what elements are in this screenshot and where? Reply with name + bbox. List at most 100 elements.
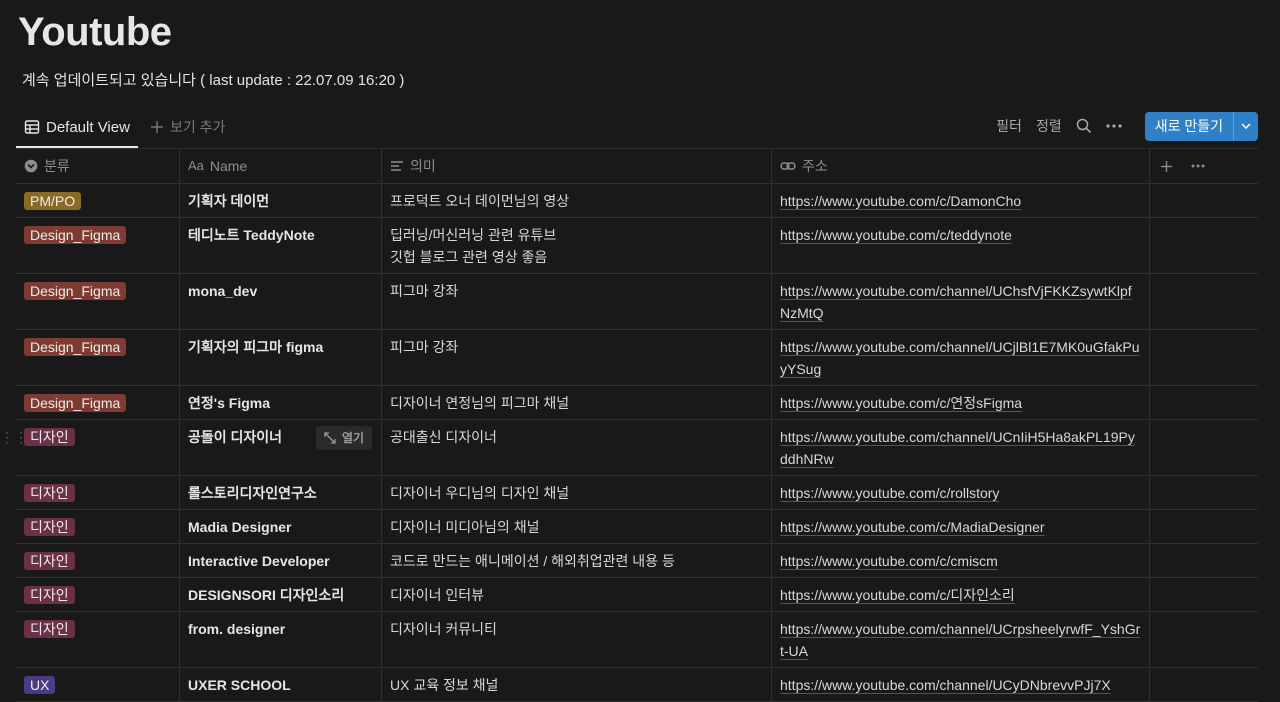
- url-cell[interactable]: https://www.youtube.com/c/디자인소리: [772, 578, 1150, 611]
- meaning-cell[interactable]: 공대출신 디자이너: [382, 420, 772, 475]
- add-view-button[interactable]: 보기 추가: [146, 108, 229, 146]
- url-cell[interactable]: https://www.youtube.com/c/연정sFigma: [772, 386, 1150, 419]
- table-row[interactable]: UX UXER SCHOOL UX 교육 정보 채널 https://www.yout…: [16, 668, 1258, 702]
- url-cell[interactable]: https://www.youtube.com/c/cmiscm: [772, 544, 1150, 577]
- table-row[interactable]: Design_Figma mona_dev 피그마 강좌 https://www.yo…: [16, 274, 1258, 330]
- url-cell[interactable]: https://www.youtube.com/channel/UCrpshee…: [772, 612, 1150, 667]
- name-cell[interactable]: Madia Designer: [180, 510, 382, 543]
- category-cell[interactable]: Design_Figma: [16, 218, 180, 273]
- column-header-meaning[interactable]: 의미: [382, 149, 772, 183]
- category-cell[interactable]: 디자인: [16, 612, 180, 667]
- filter-button[interactable]: 필터: [989, 116, 1029, 136]
- meaning-cell[interactable]: 피그마 강좌: [382, 330, 772, 385]
- drag-handle-icon[interactable]: ⋮⋮: [0, 428, 28, 446]
- empty-cell[interactable]: [1150, 544, 1258, 577]
- category-tag[interactable]: Design_Figma: [24, 282, 127, 300]
- category-tag[interactable]: 디자인: [24, 586, 75, 604]
- row-url-link[interactable]: https://www.youtube.com/c/DamonCho: [780, 193, 1021, 209]
- category-cell[interactable]: Design_Figma: [16, 386, 180, 419]
- table-row[interactable]: Design_Figma 연정's Figma 디자이너 연정님의 피그마 채널 ht…: [16, 386, 1258, 420]
- table-row[interactable]: PM/PO 기획자 데이먼 프로덕트 오너 데이먼님의 영상 https://www.…: [16, 184, 1258, 218]
- category-cell[interactable]: 디자인: [16, 476, 180, 509]
- url-cell[interactable]: https://www.youtube.com/channel/UChsfVjF…: [772, 274, 1150, 329]
- meaning-cell[interactable]: 디자이너 커뮤니티: [382, 612, 772, 667]
- category-tag[interactable]: 디자인: [24, 518, 75, 536]
- meaning-cell[interactable]: 피그마 강좌: [382, 274, 772, 329]
- url-cell[interactable]: https://www.youtube.com/channel/UCjlBl1E…: [772, 330, 1150, 385]
- row-url-link[interactable]: https://www.youtube.com/c/디자인소리: [780, 587, 1015, 603]
- tab-default-view[interactable]: Default View: [16, 108, 138, 148]
- column-header-category[interactable]: 분류: [16, 149, 180, 183]
- category-tag[interactable]: UX: [24, 676, 56, 694]
- name-cell[interactable]: DESIGNSORI 디자인소리: [180, 578, 382, 611]
- category-cell[interactable]: 디자인: [16, 578, 180, 611]
- name-cell[interactable]: 공돌이 디자이너 열기: [180, 420, 382, 475]
- name-cell[interactable]: 테디노트 TeddyNote: [180, 218, 382, 273]
- empty-cell[interactable]: [1150, 184, 1258, 217]
- table-row[interactable]: 디자인 Interactive Developer 코드로 만드는 애니메이션 / …: [16, 544, 1258, 578]
- empty-cell[interactable]: [1150, 274, 1258, 329]
- property-options-button[interactable]: [1191, 164, 1205, 168]
- empty-cell[interactable]: [1150, 330, 1258, 385]
- url-cell[interactable]: https://www.youtube.com/channel/UCyDNbre…: [772, 668, 1150, 701]
- column-header-url[interactable]: 주소: [772, 149, 1150, 183]
- row-url-link[interactable]: https://www.youtube.com/channel/UChsfVjF…: [780, 283, 1132, 321]
- row-url-link[interactable]: https://www.youtube.com/c/rollstory: [780, 485, 999, 501]
- search-button[interactable]: [1069, 118, 1099, 134]
- row-url-link[interactable]: https://www.youtube.com/c/MadiaDesigner: [780, 519, 1045, 535]
- url-cell[interactable]: https://www.youtube.com/c/DamonCho: [772, 184, 1150, 217]
- empty-cell[interactable]: [1150, 420, 1258, 475]
- name-cell[interactable]: mona_dev: [180, 274, 382, 329]
- category-cell[interactable]: 디자인: [16, 544, 180, 577]
- row-url-link[interactable]: https://www.youtube.com/c/cmiscm: [780, 553, 998, 569]
- empty-cell[interactable]: [1150, 612, 1258, 667]
- meaning-cell[interactable]: 디자이너 인터뷰: [382, 578, 772, 611]
- category-cell[interactable]: Design_Figma: [16, 330, 180, 385]
- url-cell[interactable]: https://www.youtube.com/c/rollstory: [772, 476, 1150, 509]
- empty-cell[interactable]: [1150, 218, 1258, 273]
- name-cell[interactable]: 롤스토리디자인연구소: [180, 476, 382, 509]
- new-button-label[interactable]: 새로 만들기: [1145, 112, 1233, 141]
- category-tag[interactable]: 디자인: [24, 620, 75, 638]
- name-cell[interactable]: from. designer: [180, 612, 382, 667]
- meaning-cell[interactable]: 디자이너 연정님의 피그마 채널: [382, 386, 772, 419]
- add-property-button[interactable]: [1160, 160, 1173, 173]
- empty-cell[interactable]: [1150, 476, 1258, 509]
- sort-button[interactable]: 정렬: [1029, 116, 1069, 136]
- table-row[interactable]: Design_Figma 테디노트 TeddyNote 딥러닝/머신러닝 관련 유튜…: [16, 218, 1258, 274]
- name-cell[interactable]: 기획자의 피그마 figma: [180, 330, 382, 385]
- meaning-cell[interactable]: 딥러닝/머신러닝 관련 유튜브 깃헙 블로그 관련 영상 좋음: [382, 218, 772, 273]
- category-cell[interactable]: PM/PO: [16, 184, 180, 217]
- row-url-link[interactable]: https://www.youtube.com/channel/UCrpshee…: [780, 621, 1140, 659]
- row-url-link[interactable]: https://www.youtube.com/channel/UCjlBl1E…: [780, 339, 1140, 377]
- name-cell[interactable]: UXER SCHOOL: [180, 668, 382, 701]
- category-tag[interactable]: 디자인: [24, 484, 75, 502]
- url-cell[interactable]: https://www.youtube.com/c/teddynote: [772, 218, 1150, 273]
- url-cell[interactable]: https://www.youtube.com/c/MadiaDesigner: [772, 510, 1150, 543]
- category-cell[interactable]: 디자인: [16, 510, 180, 543]
- category-cell[interactable]: Design_Figma: [16, 274, 180, 329]
- meaning-cell[interactable]: UX 교육 정보 채널: [382, 668, 772, 701]
- empty-cell[interactable]: [1150, 668, 1258, 701]
- table-row[interactable]: 디자인 롤스토리디자인연구소 디자이너 우디님의 디자인 채널 https://www…: [16, 476, 1258, 510]
- category-tag[interactable]: Design_Figma: [24, 226, 127, 244]
- new-button[interactable]: 새로 만들기: [1144, 111, 1258, 141]
- category-tag[interactable]: Design_Figma: [24, 394, 127, 412]
- row-url-link[interactable]: https://www.youtube.com/c/teddynote: [780, 227, 1012, 243]
- empty-cell[interactable]: [1150, 386, 1258, 419]
- name-cell[interactable]: 기획자 데이먼: [180, 184, 382, 217]
- more-options-button[interactable]: [1099, 124, 1129, 128]
- meaning-cell[interactable]: 디자이너 우디님의 디자인 채널: [382, 476, 772, 509]
- meaning-cell[interactable]: 디자이너 미디아님의 채널: [382, 510, 772, 543]
- name-cell[interactable]: Interactive Developer: [180, 544, 382, 577]
- meaning-cell[interactable]: 프로덕트 오너 데이먼님의 영상: [382, 184, 772, 217]
- row-url-link[interactable]: https://www.youtube.com/c/연정sFigma: [780, 395, 1022, 411]
- table-row[interactable]: 디자인 from. designer 디자이너 커뮤니티 https://www.yo…: [16, 612, 1258, 668]
- new-button-dropdown[interactable]: [1233, 111, 1258, 141]
- empty-cell[interactable]: [1150, 578, 1258, 611]
- empty-cell[interactable]: [1150, 510, 1258, 543]
- category-tag[interactable]: PM/PO: [24, 192, 82, 210]
- category-cell[interactable]: UX: [16, 668, 180, 701]
- table-row[interactable]: Design_Figma 기획자의 피그마 figma 피그마 강좌 https://…: [16, 330, 1258, 386]
- open-page-button[interactable]: 열기: [316, 426, 373, 450]
